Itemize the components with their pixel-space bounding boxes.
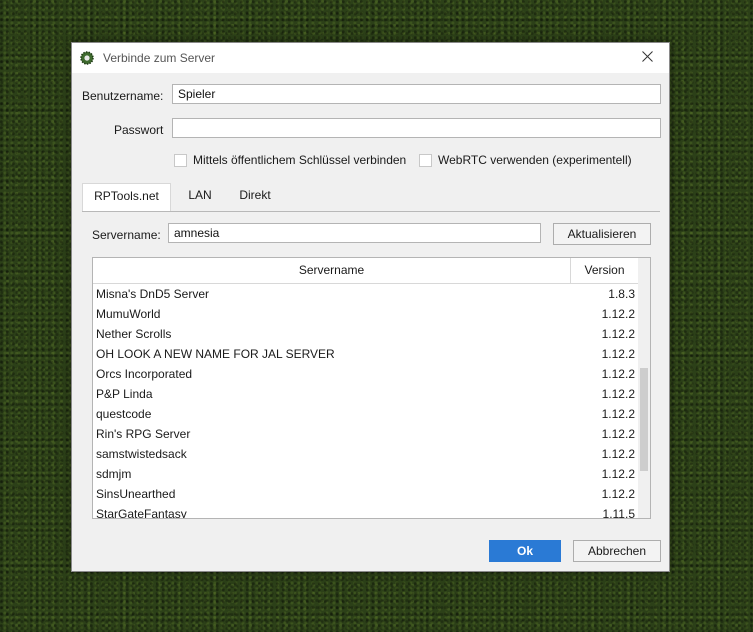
server-name: Misna's DnD5 Server bbox=[96, 287, 209, 301]
server-name: Rin's RPG Server bbox=[96, 427, 191, 441]
connect-dialog: Verbinde zum Server Benutzername: Spiele… bbox=[71, 42, 670, 572]
server-name: Nether Scrolls bbox=[96, 327, 172, 341]
password-label: Passwort bbox=[114, 123, 164, 137]
server-tabs: RPTools.net LAN Direkt bbox=[82, 183, 660, 212]
table-row[interactable]: Orcs Incorporated 1.12.2 bbox=[93, 364, 638, 384]
public-key-checkbox[interactable] bbox=[174, 153, 187, 167]
servername-input[interactable]: amnesia bbox=[168, 223, 541, 243]
refresh-button[interactable]: Aktualisieren bbox=[553, 223, 651, 245]
server-name: SinsUnearthed bbox=[96, 487, 176, 501]
close-button[interactable] bbox=[625, 43, 669, 73]
public-key-label: Mittels öffentlichem Schlüssel verbinden bbox=[193, 153, 407, 167]
table-row[interactable]: Nether Scrolls 1.12.2 bbox=[93, 324, 638, 344]
server-version: 1.8.3 bbox=[608, 287, 635, 301]
table-row[interactable]: StarGateFantasy 1.11.5 bbox=[93, 504, 638, 518]
ok-button[interactable]: Ok bbox=[489, 540, 561, 562]
webrtc-label: WebRTC verwenden (experimentell) bbox=[438, 153, 632, 167]
tab-divider bbox=[82, 211, 660, 212]
password-input[interactable] bbox=[172, 118, 661, 138]
servername-label: Servername: bbox=[92, 228, 161, 242]
server-version: 1.12.2 bbox=[601, 367, 635, 381]
cancel-button[interactable]: Abbrechen bbox=[573, 540, 661, 562]
server-version: 1.12.2 bbox=[601, 447, 635, 461]
username-input[interactable]: Spieler bbox=[172, 84, 661, 104]
app-icon bbox=[80, 51, 94, 65]
table-header: Servername Version bbox=[93, 258, 638, 284]
server-version: 1.12.2 bbox=[601, 347, 635, 361]
server-version: 1.12.2 bbox=[601, 327, 635, 341]
close-icon bbox=[641, 51, 653, 65]
server-name: P&P Linda bbox=[96, 387, 153, 401]
server-version: 1.12.2 bbox=[601, 387, 635, 401]
column-header-version[interactable]: Version bbox=[571, 258, 638, 283]
server-name: Orcs Incorporated bbox=[96, 367, 193, 381]
table-row[interactable]: samstwistedsack 1.12.2 bbox=[93, 444, 638, 464]
server-name: OH LOOK A NEW NAME FOR JAL SERVER bbox=[96, 347, 335, 361]
table-row[interactable]: OH LOOK A NEW NAME FOR JAL SERVER 1.12.2 bbox=[93, 344, 638, 364]
window-title: Verbinde zum Server bbox=[103, 51, 216, 65]
server-name: MumuWorld bbox=[96, 307, 161, 321]
server-version: 1.11.5 bbox=[602, 507, 635, 518]
table-row[interactable]: sdmjm 1.12.2 bbox=[93, 464, 638, 484]
table-row[interactable]: Rin's RPG Server 1.12.2 bbox=[93, 424, 638, 444]
server-name: StarGateFantasy bbox=[96, 507, 187, 518]
table-row[interactable]: Misna's DnD5 Server 1.8.3 bbox=[93, 284, 638, 304]
column-header-servername[interactable]: Servername bbox=[93, 258, 571, 283]
server-version: 1.12.2 bbox=[601, 487, 635, 501]
tab-rptools[interactable]: RPTools.net bbox=[82, 183, 171, 211]
table-scrollbar[interactable] bbox=[638, 258, 650, 518]
tab-lan[interactable]: LAN bbox=[178, 183, 222, 211]
table-row[interactable]: P&P Linda 1.12.2 bbox=[93, 384, 638, 404]
server-name: samstwistedsack bbox=[96, 447, 187, 461]
tab-direct[interactable]: Direkt bbox=[232, 183, 278, 211]
title-bar[interactable]: Verbinde zum Server bbox=[72, 43, 669, 73]
table-body: Misna's DnD5 Server 1.8.3 MumuWorld 1.12.2… bbox=[93, 284, 638, 518]
table-row[interactable]: questcode 1.12.2 bbox=[93, 404, 638, 424]
table-row[interactable]: SinsUnearthed 1.12.2 bbox=[93, 484, 638, 504]
webrtc-option[interactable]: WebRTC verwenden (experimentell) bbox=[419, 153, 632, 167]
server-version: 1.12.2 bbox=[601, 467, 635, 481]
server-version: 1.12.2 bbox=[601, 407, 635, 421]
public-key-option[interactable]: Mittels öffentlichem Schlüssel verbinden bbox=[174, 153, 406, 167]
server-table: Servername Version Misna's DnD5 Server 1.… bbox=[92, 257, 651, 519]
server-name: questcode bbox=[96, 407, 152, 421]
server-name: sdmjm bbox=[96, 467, 132, 481]
table-row[interactable]: MumuWorld 1.12.2 bbox=[93, 304, 638, 324]
username-label: Benutzername: bbox=[82, 89, 164, 103]
scrollbar-thumb[interactable] bbox=[640, 368, 648, 471]
server-version: 1.12.2 bbox=[601, 307, 635, 321]
server-version: 1.12.2 bbox=[601, 427, 635, 441]
webrtc-checkbox[interactable] bbox=[419, 153, 432, 167]
